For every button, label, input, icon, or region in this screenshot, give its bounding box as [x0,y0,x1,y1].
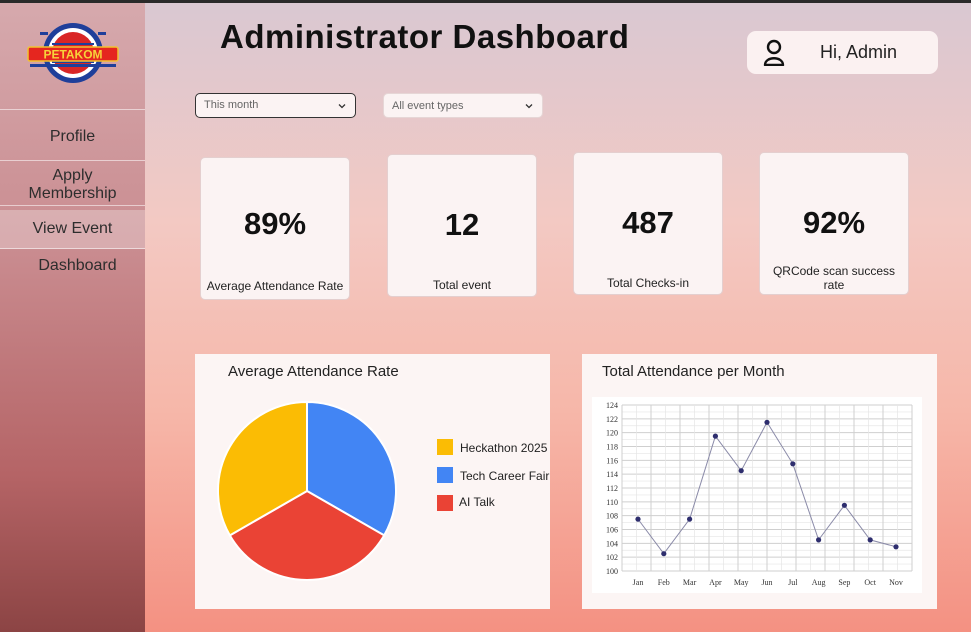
y-tick-label: 110 [606,498,618,507]
x-tick-label: Apr [709,578,722,587]
data-point [867,537,873,543]
user-greeting: Hi, Admin [820,42,898,62]
grid [621,404,913,572]
kpi-label: Total Checks-in [606,276,690,290]
chevron-down-icon [525,104,533,109]
kpi-label: Average Attendance Rate [206,279,344,293]
y-tick-label: 116 [606,456,618,465]
user-menu[interactable]: Hi, Admin [747,31,938,74]
x-tick-label: May [734,578,749,587]
legend-swatch-tech-career-fair [437,467,453,483]
legend-label: AI Talk [459,495,495,509]
chevron-down-icon [338,104,346,109]
kpi-card-attendance-rate: 89% Average Attendance Rate [200,157,350,300]
y-tick-label: 108 [606,512,618,521]
sidebar-divider [0,160,145,161]
data-point [661,551,667,557]
kpi-label: QRCode scan success rate [772,264,896,292]
y-tick-label: 118 [606,443,618,452]
line-chart: 100 102 104 106 108 110 112 114 116 118 120 122 124 J… [592,397,922,593]
y-tick-label: 124 [606,401,618,410]
legend-swatch-ai-talk [437,495,453,511]
y-tick-label: 120 [606,429,618,438]
y-tick-label: 100 [606,567,618,576]
y-tick-label: 112 [606,484,618,493]
sidebar-item-dashboard[interactable]: Dashboard [5,257,150,275]
y-tick-label: 102 [606,553,618,562]
kpi-value: 12 [444,207,480,242]
y-tick-label: 122 [606,415,618,424]
line-chart-panel: Total Attendance per Month 100 102 104 106 1… [582,354,937,609]
data-point [893,544,899,550]
data-point [687,516,693,522]
data-point [635,516,641,522]
data-point [790,461,796,467]
pie-chart [217,401,397,581]
kpi-card-total-event: 12 Total event [387,154,537,297]
sidebar-item-view-event[interactable]: View Event [0,220,145,238]
legend-label: Heckathon 2025 [460,441,548,455]
x-tick-label: Nov [889,578,903,587]
svg-text:PETAKOM: PETAKOM [43,48,102,62]
window-top-edge [0,0,971,3]
y-tick-label: 114 [606,470,618,479]
data-point [738,468,744,474]
kpi-card-total-checkins: 487 Total Checks-in [573,152,723,295]
page-title: Administrator Dashboard [220,18,630,55]
kpi-value: 487 [622,205,674,240]
pie-chart-panel: Average Attendance Rate Heckathon 2025 T… [195,354,550,609]
period-select-value: This month [204,99,259,111]
kpi-value: 89% [243,206,307,241]
kpi-card-qrcode-success: 92% QRCode scan success rate [759,152,909,295]
x-tick-label: Jan [633,578,644,587]
y-tick-label: 106 [606,526,618,535]
x-tick-label: Jul [788,578,798,587]
data-point [841,502,847,508]
sidebar-divider [0,205,145,206]
legend-label: Tech Career Fair [460,469,550,483]
petakom-logo[interactable]: PETAKOM [26,20,120,86]
sidebar-item-profile[interactable]: Profile [0,128,145,146]
event-type-select[interactable]: All event types [383,93,543,118]
x-tick-label: Oct [864,578,876,587]
y-tick-label: 104 [606,539,618,548]
kpi-value: 92% [802,205,866,240]
period-select[interactable]: This month [195,93,356,118]
kpi-label: Total event [432,278,492,292]
data-point [712,433,718,439]
event-type-select-value: All event types [392,100,464,112]
x-tick-label: Aug [812,578,826,587]
legend-swatch-heckathon [437,439,453,455]
sidebar-divider [0,109,145,110]
x-tick-label: Mar [683,578,697,587]
x-tick-label: Sep [838,578,850,587]
data-point [816,537,822,543]
x-tick-label: Jun [761,578,772,587]
data-point [764,419,770,425]
chart-title: Average Attendance Rate [228,363,399,380]
sidebar-divider [0,248,145,249]
sidebar: PETAKOM Profile Apply Membership View Ev… [0,3,145,632]
sidebar-item-apply-membership[interactable]: Apply Membership [0,167,145,203]
x-tick-label: Feb [658,578,670,587]
chart-title: Total Attendance per Month [602,363,785,380]
user-icon [763,39,785,66]
